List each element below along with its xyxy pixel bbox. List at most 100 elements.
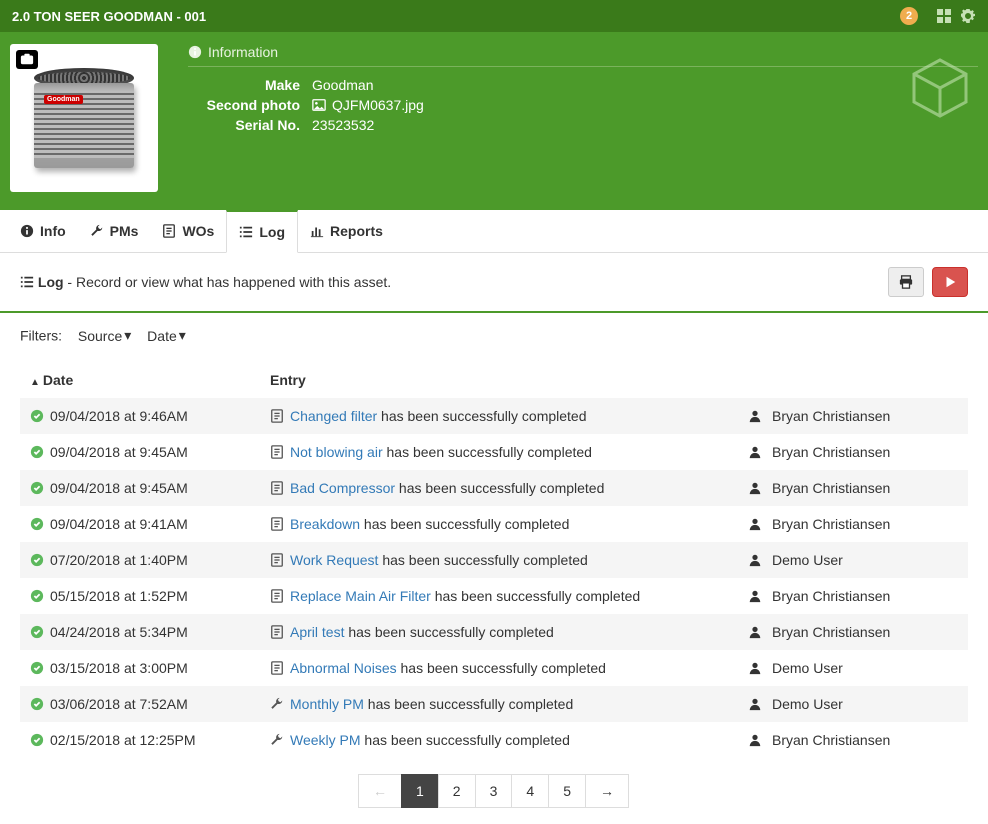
make-label: Make — [188, 77, 312, 93]
print-icon — [899, 275, 913, 289]
tab-info[interactable]: Info — [8, 210, 78, 252]
asset-title: 2.0 TON SEER GOODMAN - 001 — [12, 9, 900, 24]
table-row: 04/24/2018 at 5:34PMApril test has been … — [20, 614, 968, 650]
form-icon — [162, 224, 176, 238]
filters-row: Filters: Source ▾ Date▾ — [0, 313, 988, 358]
form-icon — [270, 408, 284, 424]
page-prev[interactable]: ← — [358, 774, 402, 808]
table-row: 09/04/2018 at 9:41AM Breakdown has been s… — [20, 506, 968, 542]
col-user[interactable] — [738, 358, 968, 398]
log-subheader: Log - Record or view what has happened w… — [0, 253, 988, 313]
make-value: Goodman — [312, 77, 373, 93]
qr-grid-icon[interactable] — [936, 8, 952, 25]
entry-suffix: has been successfully completed — [344, 624, 553, 640]
row-user: Demo User — [772, 696, 843, 712]
entry-link[interactable]: Not blowing air — [290, 444, 383, 460]
cube-icon — [908, 56, 972, 120]
caret-down-icon: ▾ — [179, 327, 186, 344]
row-date: 09/04/2018 at 9:41AM — [50, 516, 188, 532]
notification-badge[interactable]: 2 — [900, 7, 918, 25]
check-circle-icon — [30, 588, 44, 604]
col-date[interactable]: ▲Date — [20, 358, 260, 398]
user-icon — [748, 624, 762, 640]
entry-link[interactable]: Breakdown — [290, 516, 360, 532]
play-icon — [943, 275, 957, 289]
page-4[interactable]: 4 — [511, 774, 549, 808]
info-icon — [20, 224, 34, 238]
row-user: Bryan Christiansen — [772, 624, 890, 640]
entry-link[interactable]: Abnormal Noises — [290, 660, 397, 676]
gear-icon[interactable] — [960, 8, 976, 25]
info-icon — [188, 45, 202, 59]
row-date: 09/04/2018 at 9:46AM — [50, 408, 188, 424]
row-date: 05/15/2018 at 1:52PM — [50, 588, 188, 604]
page-2[interactable]: 2 — [438, 774, 476, 808]
user-icon — [748, 480, 762, 496]
form-icon — [270, 480, 284, 496]
user-icon — [748, 732, 762, 748]
row-user: Bryan Christiansen — [772, 732, 890, 748]
tab-bar: Info PMs WOs Log Reports — [0, 210, 988, 253]
caret-down-icon: ▾ — [124, 327, 131, 344]
page-5[interactable]: 5 — [548, 774, 586, 808]
form-icon — [270, 516, 284, 532]
tab-reports[interactable]: Reports — [298, 210, 395, 252]
entry-suffix: has been successfully completed — [364, 696, 573, 712]
page-1[interactable]: 1 — [401, 774, 439, 808]
serial-label: Serial No. — [188, 117, 312, 133]
entry-suffix: has been successfully completed — [431, 588, 640, 604]
user-icon — [748, 660, 762, 676]
wrench-icon — [270, 696, 284, 712]
row-date: 07/20/2018 at 1:40PM — [50, 552, 188, 568]
title-bar: 2.0 TON SEER GOODMAN - 001 2 — [0, 0, 988, 32]
second-photo-value[interactable]: QJFM0637.jpg — [312, 97, 424, 113]
asset-info-panel: Goodman Information Make Goodman Second … — [0, 32, 988, 210]
entry-link[interactable]: Bad Compressor — [290, 480, 395, 496]
filter-date[interactable]: Date▾ — [147, 327, 186, 344]
entry-suffix: has been successfully completed — [395, 480, 604, 496]
tab-log[interactable]: Log — [226, 210, 298, 253]
col-entry[interactable]: Entry — [260, 358, 738, 398]
asset-photo[interactable]: Goodman — [10, 44, 158, 192]
entry-suffix: has been successfully completed — [383, 444, 592, 460]
log-table: ▲Date Entry 09/04/2018 at 9:46AM Changed … — [20, 358, 968, 758]
second-photo-label: Second photo — [188, 97, 312, 113]
entry-suffix: has been successfully completed — [397, 660, 606, 676]
entry-link[interactable]: Weekly PM — [290, 732, 361, 748]
row-date: 09/04/2018 at 9:45AM — [50, 444, 188, 460]
page-3[interactable]: 3 — [475, 774, 513, 808]
filter-source[interactable]: Source ▾ — [78, 327, 131, 344]
wrench-icon — [90, 224, 104, 238]
entry-link[interactable]: April test — [290, 624, 344, 640]
row-date: 02/15/2018 at 12:25PM — [50, 732, 196, 748]
form-icon — [270, 624, 284, 640]
row-date: 03/15/2018 at 3:00PM — [50, 660, 188, 676]
entry-link[interactable]: Monthly PM — [290, 696, 364, 712]
serial-value: 23523532 — [312, 117, 374, 133]
tab-pms[interactable]: PMs — [78, 210, 151, 252]
entry-link[interactable]: Changed filter — [290, 408, 377, 424]
play-button[interactable] — [932, 267, 968, 297]
row-user: Demo User — [772, 660, 843, 676]
entry-suffix: has been successfully completed — [360, 516, 569, 532]
entry-suffix: has been successfully completed — [377, 408, 586, 424]
check-circle-icon — [30, 408, 44, 424]
entry-link[interactable]: Replace Main Air Filter — [290, 588, 431, 604]
user-icon — [748, 696, 762, 712]
page-next[interactable]: → — [585, 774, 629, 808]
table-row: 09/04/2018 at 9:46AM Changed filter has b… — [20, 398, 968, 434]
entry-suffix: has been successfully completed — [361, 732, 570, 748]
user-icon — [748, 408, 762, 424]
print-button[interactable] — [888, 267, 924, 297]
user-icon — [748, 552, 762, 568]
form-icon — [270, 444, 284, 460]
check-circle-icon — [30, 660, 44, 676]
table-row: 03/15/2018 at 3:00PM Abnormal Noises has … — [20, 650, 968, 686]
form-icon — [270, 660, 284, 676]
table-row: 02/15/2018 at 12:25PM Weekly PM has been … — [20, 722, 968, 758]
entry-link[interactable]: Work Request — [290, 552, 378, 568]
filters-label: Filters: — [20, 328, 62, 344]
check-circle-icon — [30, 696, 44, 712]
tab-wos[interactable]: WOs — [150, 210, 226, 252]
user-icon — [748, 588, 762, 604]
